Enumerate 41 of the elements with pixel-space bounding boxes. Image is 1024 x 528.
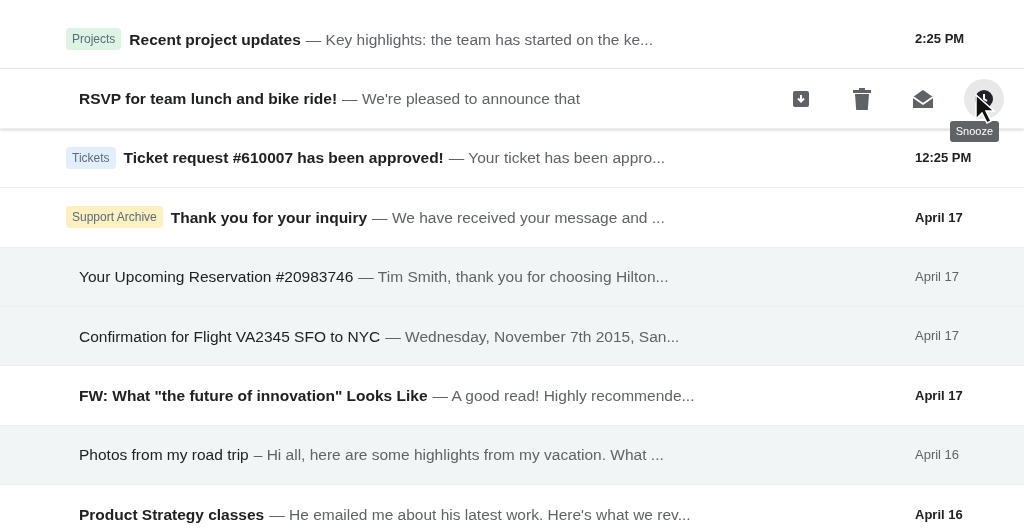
email-date: April 17 [915,327,961,346]
email-row[interactable]: Photos from my road trip – Hi all, here are some highlights from my vacation. What ... April 16 [0,425,1024,486]
email-snippet: – Hi all, here are some highlights from my vacation. What ... [253,445,664,466]
email-row[interactable]: Projects Recent project updates — Key highlights: the team has started on the ke... 2:25 PM [0,10,1024,70]
email-subject: FW: What "the future of innovation" Looks Like [79,385,428,406]
email-date: April 17 [915,268,961,286]
email-row[interactable]: Confirmation for Flight VA2345 SFO to NYC — Wednesday, November 7th 2015, San... April 17 [0,306,1024,367]
email-snippet: — He emailed me about his latest work. Here's what we rev... [269,504,691,525]
email-date: 2:25 PM [915,30,966,49]
email-subject: Your Upcoming Reservation #20983746 [79,267,354,288]
email-date: April 16 [915,505,964,524]
email-row[interactable]: FW: What "the future of innovation" Looks Like — A good read! Highly recommende... April 17 [0,366,1024,426]
label-tag: Support Archive [66,206,163,229]
email-subject: Product Strategy classes [79,504,265,525]
archive-icon [791,88,811,109]
tooltip: Snooze [949,121,999,142]
email-snippet: — We have received your message and ... [372,207,665,228]
email-subject: Recent project updates [129,29,301,50]
email-subject: Photos from my road trip [79,445,249,466]
envelope-icon [911,88,935,109]
label-tag: Tickets [66,146,116,169]
email-subject: RSVP for team lunch and bike ride! [79,88,338,109]
cursor-icon [974,93,996,126]
email-snippet: — Your ticket has been appro... [448,148,666,169]
email-snippet: — Wednesday, November 7th 2015, San... [385,326,680,347]
label-tag: Projects [66,28,122,51]
email-row[interactable]: Support Archive Thank you for your inquiry — We have received your message and ... April 17 [0,188,1024,248]
email-date: April 16 [915,446,961,465]
email-subject: Thank you for your inquiry [170,207,368,228]
email-snippet: — A good read! Highly recommende... [432,385,695,406]
email-subject: Confirmation for Flight VA2345 SFO to NYC [79,326,381,347]
email-date: 12:25 PM [915,149,973,168]
email-subject: Ticket request #610007 has been approved! [123,148,444,169]
email-snippet: — We're pleased to announce that [342,88,581,109]
email-snippet: — Key highlights: the team has started on the ke... [305,29,653,50]
email-date: April 17 [915,208,964,227]
email-row[interactable]: Product Strategy classes — He emailed me about his latest work. Here's what we rev... April 16 [0,485,1024,528]
email-date: April 17 [915,386,964,405]
email-row[interactable]: Your Upcoming Reservation #20983746 — Tim Smith, thank you for choosing Hilton... April 17 [0,247,1024,307]
trash-icon [852,87,872,110]
email-snippet: — Tim Smith, thank you for choosing Hilton... [358,267,669,288]
